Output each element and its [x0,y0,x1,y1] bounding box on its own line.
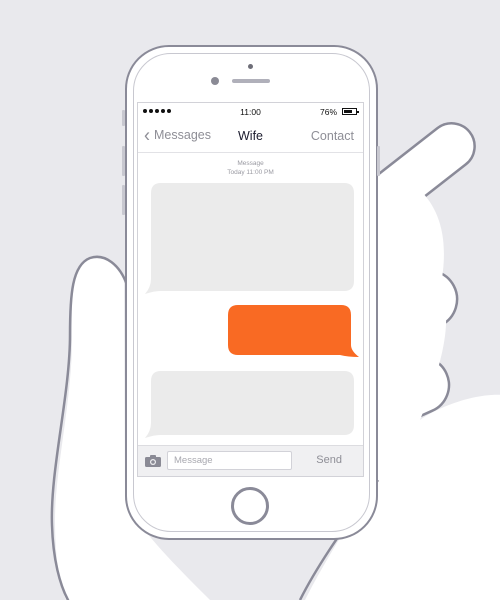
navigation-bar: ‹ Messages Wife Contact [138,122,363,153]
timestamp-time: Today 11:00 PM [227,169,274,176]
bubble-shape [145,183,354,294]
proximity-sensor [248,64,253,69]
contact-button[interactable]: Contact [311,129,354,143]
front-camera [211,77,219,85]
message-bubble-outgoing[interactable] [228,305,360,359]
battery-percent: 76% [319,107,337,117]
message-input[interactable] [167,451,292,470]
home-button[interactable] [231,487,269,525]
volume-down-button [122,185,125,215]
illustration-scene: 11:00 76% ‹ Messages Wife Contact Messag… [0,0,500,600]
send-button[interactable]: Send [316,454,342,466]
power-button [377,146,380,176]
phone-screen: 11:00 76% ‹ Messages Wife Contact Messag… [137,102,364,477]
conversation-timestamp: Message Today 11:00 PM [138,159,363,177]
mute-switch [122,110,125,126]
bubble-shape [145,371,354,438]
camera-icon[interactable] [145,454,161,467]
timestamp-label: Message [237,160,264,167]
message-bubble-incoming[interactable] [144,183,354,295]
earpiece-speaker [232,79,270,83]
status-bar: 11:00 76% [138,103,363,121]
message-bubble-incoming[interactable] [144,371,354,439]
battery-icon [342,108,359,115]
volume-up-button [122,146,125,176]
battery-level [344,110,353,113]
message-composer: Send [138,445,363,476]
bubble-shape [228,305,359,357]
